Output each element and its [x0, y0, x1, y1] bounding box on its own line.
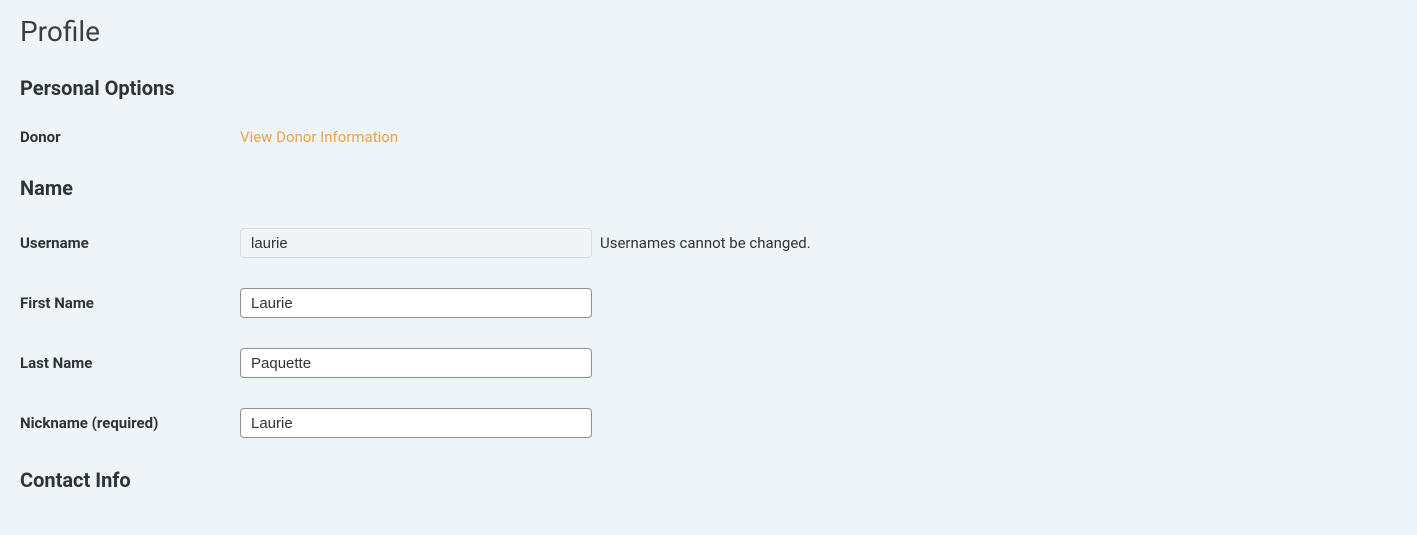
view-donor-link[interactable]: View Donor Information	[240, 128, 398, 146]
last-name-input[interactable]	[240, 348, 592, 378]
section-heading-contact-info: Contact Info	[20, 468, 1397, 492]
page-title: Profile	[20, 15, 1397, 48]
label-username: Username	[20, 234, 240, 252]
row-username: Username Usernames cannot be changed.	[20, 228, 1397, 258]
first-name-input[interactable]	[240, 288, 592, 318]
row-last-name: Last Name	[20, 348, 1397, 378]
section-heading-name: Name	[20, 176, 1397, 200]
username-hint: Usernames cannot be changed.	[600, 234, 811, 252]
label-last-name: Last Name	[20, 354, 240, 372]
row-donor: Donor View Donor Information	[20, 128, 1397, 146]
row-nickname: Nickname (required)	[20, 408, 1397, 438]
label-donor: Donor	[20, 128, 240, 146]
row-first-name: First Name	[20, 288, 1397, 318]
nickname-input[interactable]	[240, 408, 592, 438]
label-nickname: Nickname (required)	[20, 414, 240, 432]
section-heading-personal-options: Personal Options	[20, 76, 1397, 100]
username-input	[240, 228, 592, 258]
label-first-name: First Name	[20, 294, 240, 312]
